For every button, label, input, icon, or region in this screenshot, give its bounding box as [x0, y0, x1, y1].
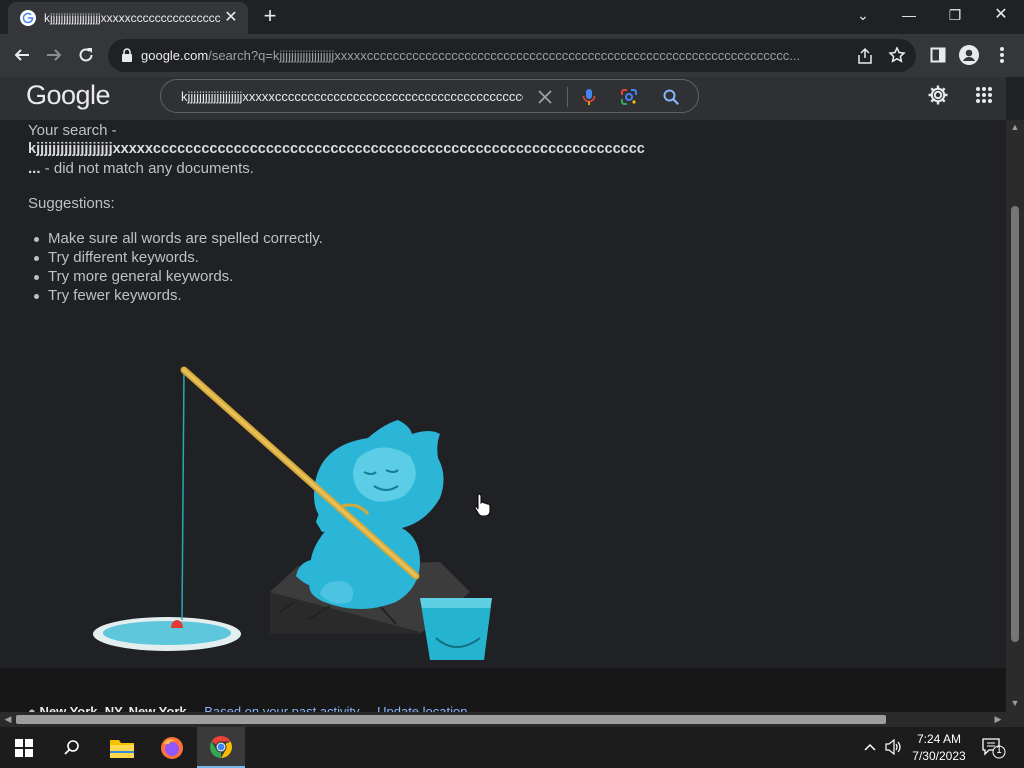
taskbar-firefox[interactable]: [148, 727, 196, 768]
horizontal-scroll-thumb[interactable]: [16, 715, 886, 724]
forward-button[interactable]: [41, 42, 67, 68]
lock-icon[interactable]: [120, 48, 134, 62]
start-button[interactable]: [0, 727, 48, 768]
address-bar[interactable]: google.com/search?q=kjjjjjjjjjjjjjjjjjjj…: [108, 39, 916, 72]
folder-icon: [110, 739, 134, 758]
taskbar-file-explorer[interactable]: [98, 727, 146, 768]
clear-search-icon[interactable]: [536, 88, 554, 106]
browser-menu-icon[interactable]: [992, 45, 1012, 65]
scroll-down-arrow-icon[interactable]: ▼: [1010, 698, 1020, 708]
window-close-icon[interactable]: ✕: [987, 4, 1015, 26]
update-location-link[interactable]: Update location: [377, 704, 467, 712]
search-query-input[interactable]: kjjjjjjjjjjjjjjjjjjjxxxxxccccccccccccccc…: [181, 89, 523, 105]
location-separator: -: [359, 704, 372, 712]
suggestion-item: Try more general keywords.: [34, 268, 323, 287]
suggestion-item: Try fewer keywords.: [34, 287, 323, 306]
minimize-icon[interactable]: —: [895, 4, 923, 26]
scroll-up-arrow-icon[interactable]: ▲: [1010, 122, 1020, 132]
tab-close-icon[interactable]: ✕: [222, 9, 240, 27]
scroll-left-arrow-icon[interactable]: ◀: [3, 714, 13, 724]
google-favicon-icon: [20, 10, 36, 26]
results-area: Your search - kjjjjjjjjjjjjjjjjjjjxxxxxc…: [0, 120, 1006, 668]
suggestions-heading: Suggestions:: [28, 195, 115, 212]
reload-icon: [79, 48, 93, 62]
suggestions-list: Make sure all words are spelled correctl…: [34, 230, 323, 306]
search-divider: [567, 87, 568, 107]
mouse-hand-cursor-icon: [474, 493, 491, 516]
your-search-label: Your search -: [28, 122, 117, 139]
windows-logo-icon: [15, 738, 33, 757]
tab-strip: kjjjjjjjjjjjjjjjjjjjxxxxxccccccccccccccc…: [0, 0, 1024, 34]
google-lens-icon[interactable]: [619, 87, 639, 107]
profile-icon[interactable]: [959, 45, 979, 65]
clock-date: 7/30/2023: [912, 749, 966, 763]
firefox-icon: [161, 736, 183, 759]
search-icon[interactable]: [661, 87, 681, 107]
google-logo[interactable]: Google: [26, 80, 111, 114]
no-match-text: - did not match any documents.: [40, 160, 254, 177]
fishing-yeti-illustration: [93, 366, 492, 660]
apps-grid-icon[interactable]: [972, 83, 996, 107]
taskbar-search-button[interactable]: [48, 727, 96, 768]
browser-toolbar: google.com/search?q=kjjjjjjjjjjjjjjjjjjj…: [0, 34, 1024, 77]
notification-center-icon[interactable]: 1: [982, 737, 1006, 759]
side-panel-icon[interactable]: [928, 45, 948, 65]
scroll-right-arrow-icon[interactable]: ▶: [993, 714, 1003, 724]
google-header: Google kjjjjjjjjjjjjjjjjjjjxxxxxcccccccc…: [0, 77, 1006, 120]
location-line: ● New York, NY, New York - Based on your…: [28, 704, 467, 712]
suggestion-item: Make sure all words are spelled correctl…: [34, 230, 323, 247]
chrome-icon: [210, 735, 232, 758]
taskbar-search-icon: [64, 739, 79, 755]
url-host: google.com: [141, 48, 209, 63]
volume-icon[interactable]: [885, 738, 903, 756]
location-separator: -: [186, 704, 199, 712]
search-query-bold: kjjjjjjjjjjjjjjjjjjjxxxxxccccccccccccccc…: [28, 141, 645, 157]
vertical-scroll-thumb[interactable]: [1011, 206, 1019, 642]
back-button[interactable]: [9, 42, 35, 68]
taskbar-clock[interactable]: 7:24 AM 7/30/2023: [908, 731, 970, 765]
ellipsis: ...: [28, 160, 41, 177]
show-hidden-icons-chevron-icon[interactable]: [861, 738, 879, 756]
url-path: /search?q=kjjjjjjjjjjjjjjjjjjjxxxxxccccc…: [208, 48, 801, 63]
google-search-box[interactable]: kjjjjjjjjjjjjjjjjjjjxxxxxccccccccccccccc…: [160, 79, 699, 113]
settings-gear-icon[interactable]: [926, 83, 950, 107]
arrow-right-icon: [47, 49, 62, 61]
horizontal-scrollbar[interactable]: ◀ ▶: [0, 712, 1006, 727]
vertical-scrollbar[interactable]: ▲ ▼: [1006, 120, 1024, 712]
no-match-message: ... - did not match any documents.: [28, 160, 254, 177]
share-icon[interactable]: [856, 47, 874, 65]
clock-time: 7:24 AM: [916, 732, 962, 746]
reload-button[interactable]: [73, 42, 99, 68]
browser-tab[interactable]: kjjjjjjjjjjjjjjjjjjjxxxxxccccccccccccccc…: [8, 2, 248, 34]
microphone-icon[interactable]: [579, 87, 599, 107]
tab-search-icon[interactable]: ⌄: [849, 4, 877, 26]
scrollbar-corner: [1006, 712, 1024, 727]
arrow-left-icon: [14, 49, 29, 61]
tab-title: kjjjjjjjjjjjjjjjjjjjxxxxxccccccccccccccc…: [44, 11, 220, 25]
location-name: New York, NY, New York: [39, 704, 187, 712]
suggestion-item: Try different keywords.: [34, 249, 323, 268]
based-on-activity-link[interactable]: Based on your past activity: [204, 704, 359, 712]
restore-icon[interactable]: ❐: [941, 4, 969, 26]
screen: kjjjjjjjjjjjjjjjjjjjxxxxxccccccccccccccc…: [0, 0, 1024, 768]
taskbar-chrome[interactable]: [197, 727, 245, 768]
location-footer: ● New York, NY, New York - Based on your…: [0, 668, 1006, 712]
address-url[interactable]: google.com/search?q=kjjjjjjjjjjjjjjjjjjj…: [141, 48, 853, 64]
notification-count: 1: [996, 745, 1002, 756]
new-tab-icon[interactable]: +: [258, 5, 282, 29]
windows-taskbar: 7:24 AM 7/30/2023 1: [0, 727, 1024, 768]
bookmark-star-icon[interactable]: [888, 46, 906, 64]
